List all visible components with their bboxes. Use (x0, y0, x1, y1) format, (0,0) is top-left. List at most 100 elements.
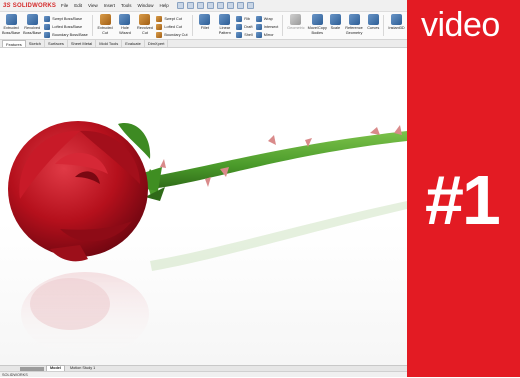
swept-cut-label: Swept Cut (164, 16, 182, 21)
feature-small-group-2: Wrap Intersect Mirror (255, 15, 279, 39)
wrap-button[interactable]: Wrap (255, 15, 279, 22)
tab-surfaces[interactable]: Surfaces (45, 40, 68, 47)
instant3d-icon (391, 14, 403, 25)
menu-tools[interactable]: Tools (121, 3, 132, 8)
tab-mold-tools[interactable]: Mold Tools (96, 40, 123, 47)
revolved-boss-button[interactable]: Revolved Boss/Base (23, 14, 41, 39)
boundary-boss-label: Boundary Boss/Base (52, 32, 88, 37)
options-icon[interactable] (246, 2, 254, 9)
swept-cut-button[interactable]: Swept Cut (156, 15, 187, 22)
tab-scroll-control[interactable] (20, 366, 44, 371)
instant3d-button[interactable]: Instant3D (388, 14, 405, 39)
draft-icon (236, 23, 243, 30)
curves-label: Curves (367, 26, 380, 30)
rose-head (8, 121, 148, 262)
new-icon[interactable] (176, 2, 184, 9)
cut-small-group: Swept Cut Lofted Cut Boundary Cut (156, 15, 188, 39)
thorn (160, 159, 166, 168)
move-copy-icon (311, 14, 323, 25)
mirror-button[interactable]: Mirror (255, 31, 279, 38)
move-copy-label: Move/Copy Bodies (307, 26, 327, 35)
boundary-boss-button[interactable]: Boundary Boss/Base (44, 31, 88, 38)
revolved-boss-label: Revolved Boss/Base (23, 26, 42, 35)
save-icon[interactable] (196, 2, 204, 9)
video-banner: video #1 (407, 0, 520, 377)
title-bar: 3S SOLIDWORKS File Edit View Insert Tool… (0, 0, 407, 12)
menu-edit[interactable]: Edit (74, 3, 82, 8)
solidworks-window: 3S SOLIDWORKS File Edit View Insert Tool… (0, 0, 407, 377)
boundary-cut-label: Boundary Cut (164, 32, 188, 37)
shell-label: Shell (244, 32, 253, 37)
extruded-cut-button[interactable]: Extruded Cut (97, 14, 114, 39)
intersect-icon (255, 23, 262, 30)
linear-pattern-button[interactable]: Linear Pattern (216, 14, 233, 39)
hole-wizard-button[interactable]: Hole Wizard (117, 14, 134, 39)
rebuild-icon[interactable] (236, 2, 244, 9)
wrap-label: Wrap (263, 16, 273, 21)
open-icon[interactable] (186, 2, 194, 9)
command-manager: Extruded Boss/Base Revolved Boss/Base Sw… (0, 12, 407, 40)
print-icon[interactable] (206, 2, 214, 9)
swept-boss-icon (44, 15, 51, 22)
move-copy-button[interactable]: Move/Copy Bodies (308, 14, 327, 39)
tab-evaluate[interactable]: Evaluate (122, 40, 145, 47)
command-tabs: Features Sketch Surfaces Sheet Metal Mol… (0, 40, 407, 48)
fillet-label: Fillet (200, 26, 209, 30)
logo-text: SOLIDWORKS (12, 2, 57, 9)
intersect-button[interactable]: Intersect (255, 23, 278, 30)
revolved-boss-icon (26, 14, 38, 25)
linear-pattern-icon (219, 14, 231, 25)
fillet-button[interactable]: Fillet (196, 14, 213, 39)
ribbon-divider (383, 15, 385, 36)
geometric-icon (290, 14, 302, 25)
boundary-cut-button[interactable]: Boundary Cut (156, 31, 188, 38)
wrap-icon (255, 15, 262, 22)
curves-icon (367, 14, 379, 25)
reference-geometry-button[interactable]: Reference Geometry (344, 14, 364, 39)
undo-icon[interactable] (216, 2, 224, 9)
hole-wizard-icon (119, 14, 131, 25)
scale-button[interactable]: Scale (329, 14, 341, 39)
swept-cut-icon (156, 15, 163, 22)
draft-button[interactable]: Draft (236, 23, 253, 30)
extruded-boss-button[interactable]: Extruded Boss/Base (2, 14, 20, 39)
fillet-icon (199, 14, 211, 25)
menu-file[interactable]: File (61, 3, 68, 8)
curves-button[interactable]: Curves (367, 14, 379, 39)
shell-button[interactable]: Shell (236, 31, 253, 38)
extruded-cut-label: Extruded Cut (97, 26, 113, 35)
swept-boss-button[interactable]: Swept Boss/Base (44, 15, 87, 22)
quick-access-toolbar (176, 2, 254, 9)
scale-label: Scale (330, 26, 341, 30)
feature-small-group: Rib Draft Shell (236, 15, 253, 39)
menu-window[interactable]: Window (138, 3, 154, 8)
rib-label: Rib (244, 16, 250, 21)
lofted-cut-button[interactable]: Lofted Cut (156, 23, 187, 30)
select-icon[interactable] (226, 2, 234, 9)
reference-geometry-label: Reference Geometry (345, 26, 363, 35)
tab-sketch[interactable]: Sketch (26, 40, 46, 47)
draft-label: Draft (244, 24, 253, 29)
menu-insert[interactable]: Insert (104, 3, 115, 8)
menu-help[interactable]: Help (160, 3, 169, 8)
lofted-boss-button[interactable]: Lofted Boss/Base (44, 23, 87, 30)
geometric-button[interactable]: Geometric (287, 14, 305, 39)
solidworks-logo[interactable]: 3S SOLIDWORKS (3, 3, 61, 9)
tab-dimxpert[interactable]: DimXpert (145, 40, 169, 47)
rib-button[interactable]: Rib (236, 15, 252, 22)
boundary-boss-icon (44, 31, 51, 38)
boss-small-group: Swept Boss/Base Lofted Boss/Base Boundar… (44, 15, 88, 39)
lofted-boss-label: Lofted Boss/Base (52, 24, 83, 29)
revolved-cut-label: Revolved Cut (136, 26, 153, 35)
extruded-cut-icon (99, 14, 111, 25)
graphics-area[interactable] (0, 49, 407, 365)
boundary-cut-icon (156, 31, 163, 38)
mirror-icon (255, 31, 262, 38)
tab-sheet-metal[interactable]: Sheet Metal (68, 40, 97, 47)
revolved-cut-button[interactable]: Revolved Cut (136, 14, 153, 39)
extruded-boss-icon (5, 14, 17, 25)
tab-features[interactable]: Features (2, 40, 26, 47)
menu-view[interactable]: View (88, 3, 98, 8)
lofted-cut-label: Lofted Cut (164, 24, 182, 29)
thorn (268, 135, 276, 145)
